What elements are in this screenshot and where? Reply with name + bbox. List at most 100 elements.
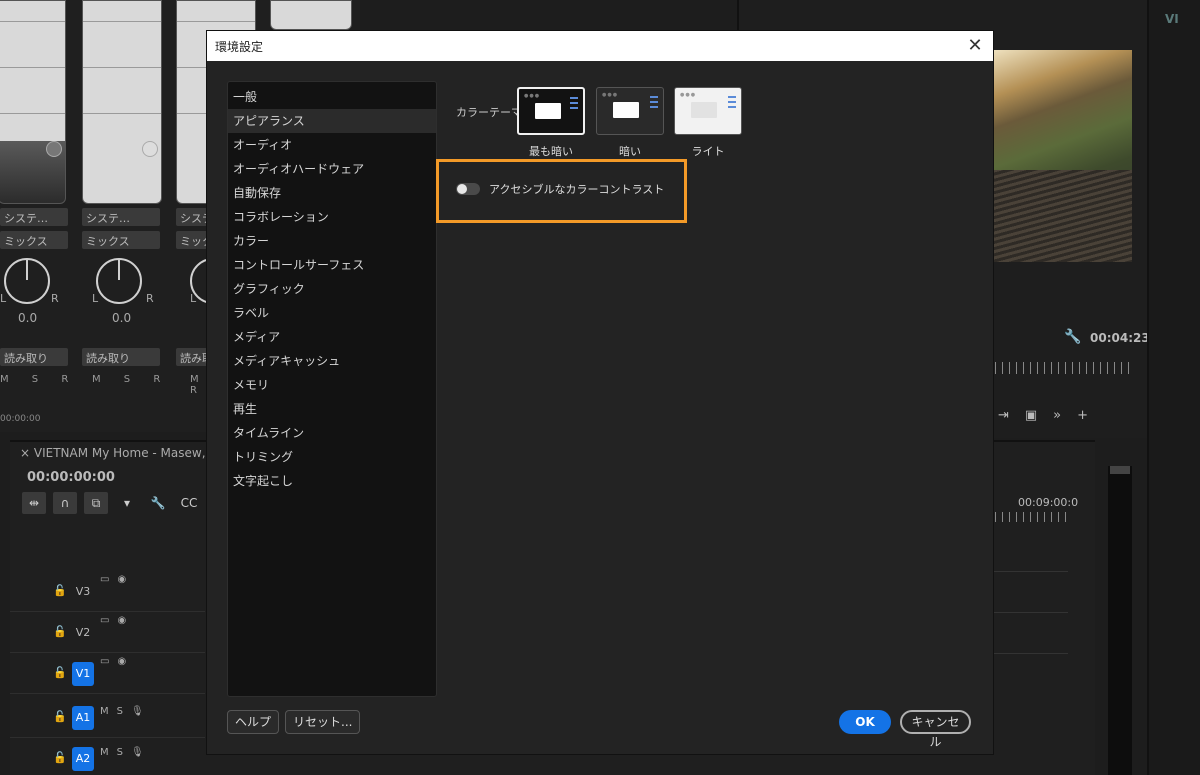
sidebar-item[interactable]: メディアキャッシュ xyxy=(228,349,436,373)
color-theme-label: カラーテーマ xyxy=(456,106,522,119)
fx-icon[interactable] xyxy=(46,141,62,157)
pan-left-label: L xyxy=(0,292,7,305)
track-v2: 🔓 V2 ▭◉ xyxy=(10,613,205,653)
preferences-category-list: 一般 アピアランス オーディオ オーディオハードウェア 自動保存 コラボレーション カラーコ… xyxy=(227,81,437,697)
track-label[interactable]: V1 xyxy=(72,662,94,686)
track-toggle-icons[interactable]: MS🎙 xyxy=(100,706,152,717)
track-label[interactable]: V2 xyxy=(72,621,94,645)
pan-left-label: L xyxy=(190,292,197,305)
channel-input-select[interactable]: システ… xyxy=(0,208,68,226)
pan-left-label: L xyxy=(92,292,99,305)
theme-darkest-label: 最も暗い xyxy=(529,145,573,158)
linked-selection-icon[interactable]: ⧉ xyxy=(84,492,108,514)
pan-knob[interactable] xyxy=(96,258,142,304)
mixer-timecode: 00:00:00 xyxy=(0,414,41,424)
mixer-channel: システ… ミックス L R 0.0 読み取り M S R 00:00:00 xyxy=(0,0,90,432)
magnet-icon[interactable]: ∩ xyxy=(53,492,77,514)
sidebar-item[interactable]: 一般 xyxy=(228,85,436,109)
sidebar-item[interactable]: 自動保存 xyxy=(228,181,436,205)
preferences-dialog: 環境設定 ✕ 一般 アピアランス オーディオ オーディオハードウェア 自動保存 コラボレー… xyxy=(207,31,993,754)
mixer-channel: システ… ミックス L R 0.0 読み取り M S R xyxy=(82,0,172,432)
track-v3: 🔓 V3 ▭◉ xyxy=(10,572,205,612)
theme-dark-option[interactable]: ●●● xyxy=(596,87,664,135)
sidebar-item[interactable]: カラー xyxy=(228,229,436,253)
sidebar-item[interactable]: コントロールサーフェス xyxy=(228,253,436,277)
sidebar-item[interactable]: タイムライン xyxy=(228,421,436,445)
track-toggle-icons[interactable]: ▭◉ xyxy=(100,615,134,626)
track-a1: 🔓 A1 MS🎙 xyxy=(10,698,205,738)
program-transport-icons[interactable]: ⇥▣»+ xyxy=(998,408,1104,423)
sidebar-item[interactable]: メディア xyxy=(228,325,436,349)
captions-icon[interactable]: CC xyxy=(177,492,201,514)
wrench-icon[interactable]: 🔧 xyxy=(146,492,170,514)
theme-dark-label: 暗い xyxy=(619,145,641,158)
channel-mix-select[interactable]: ミックス xyxy=(0,231,68,249)
toggle-knob xyxy=(457,184,467,194)
program-video-roof xyxy=(992,170,1132,262)
accessible-contrast-toggle[interactable] xyxy=(456,183,480,195)
channel-mix-select[interactable]: ミックス xyxy=(82,231,160,249)
sidebar-item[interactable]: ラベル xyxy=(228,301,436,325)
track-label[interactable]: V3 xyxy=(72,580,94,604)
sidebar-item[interactable]: アピアランス xyxy=(228,109,436,133)
lock-icon[interactable]: 🔓 xyxy=(53,751,67,764)
pan-knob[interactable] xyxy=(4,258,50,304)
timeline-ruler[interactable] xyxy=(995,512,1070,522)
reset-button[interactable]: リセット... xyxy=(285,710,361,734)
close-icon[interactable]: ✕ xyxy=(965,36,985,56)
sidebar-item[interactable]: グラフィック xyxy=(228,277,436,301)
pan-right-label: R xyxy=(146,292,154,305)
sidebar-item[interactable]: オーディオハードウェア xyxy=(228,157,436,181)
pan-value: 0.0 xyxy=(18,311,38,325)
pan-value: 0.0 xyxy=(112,311,132,325)
wrench-icon[interactable]: 🔧 xyxy=(1064,329,1081,345)
lock-icon[interactable]: 🔓 xyxy=(53,625,67,638)
channel-fader[interactable] xyxy=(82,0,162,204)
program-ruler[interactable] xyxy=(995,362,1130,374)
track-a2: 🔓 A2 MS🎙 xyxy=(10,739,205,775)
help-button[interactable]: ヘルプ xyxy=(227,710,280,734)
track-toggle-icons[interactable]: ▭◉ xyxy=(100,656,134,667)
timeline-ruler-timecode: 00:09:00:0 xyxy=(1018,496,1079,509)
accessible-contrast-label: アクセシブルなカラーコントラスト xyxy=(489,183,665,196)
timeline-tab[interactable]: × VIETNAM My Home - Masew, N xyxy=(20,446,218,460)
sidebar-item[interactable]: トリミング xyxy=(228,445,436,469)
timeline-toolbar: ⇹ ∩ ⧉ ▾ 🔧 CC xyxy=(22,492,201,514)
audio-meter-peak xyxy=(1110,466,1130,474)
sidebar-item[interactable]: メモリ xyxy=(228,373,436,397)
cancel-button[interactable]: キャンセル xyxy=(900,710,971,749)
audio-meter xyxy=(1108,466,1132,775)
marker-icon[interactable]: ▾ xyxy=(115,492,139,514)
right-panel-label: VI xyxy=(1165,12,1179,26)
lock-icon[interactable]: 🔓 xyxy=(53,584,67,597)
automation-select[interactable]: 読み取り xyxy=(0,348,68,366)
timeline-timecode[interactable]: 00:00:00:00 xyxy=(27,470,115,485)
ok-button[interactable]: OK xyxy=(839,710,891,734)
msr-buttons[interactable]: M S R xyxy=(92,374,170,385)
channel-input-select[interactable]: システ… xyxy=(82,208,160,226)
fader-handle-icon[interactable] xyxy=(142,141,158,157)
track-label[interactable]: A1 xyxy=(72,706,94,730)
theme-light-option[interactable]: ●●● xyxy=(674,87,742,135)
sidebar-item[interactable]: コラボレーション xyxy=(228,205,436,229)
sidebar-item[interactable]: オーディオ xyxy=(228,133,436,157)
track-toggle-icons[interactable]: ▭◉ xyxy=(100,574,134,585)
theme-darkest-option[interactable]: ●●● xyxy=(517,87,585,135)
sidebar-item[interactable]: 再生 xyxy=(228,397,436,421)
dialog-titlebar[interactable]: 環境設定 ✕ xyxy=(207,31,993,61)
lock-icon[interactable]: 🔓 xyxy=(53,710,67,723)
track-v1: 🔓 V1 ▭◉ xyxy=(10,654,205,694)
msr-buttons[interactable]: M S R xyxy=(0,374,78,385)
track-label[interactable]: A2 xyxy=(72,747,94,771)
snap-icon[interactable]: ⇹ xyxy=(22,492,46,514)
dialog-title: 環境設定 xyxy=(215,39,264,54)
right-panel-strip xyxy=(1147,0,1200,775)
theme-light-label: ライト xyxy=(691,145,725,158)
sidebar-item[interactable]: 文字起こし xyxy=(228,469,436,493)
automation-select[interactable]: 読み取り xyxy=(82,348,160,366)
lock-icon[interactable]: 🔓 xyxy=(53,666,67,679)
pan-right-label: R xyxy=(51,292,59,305)
track-toggle-icons[interactable]: MS🎙 xyxy=(100,747,152,758)
channel-fader[interactable] xyxy=(270,0,352,30)
channel-fader[interactable] xyxy=(0,0,66,204)
